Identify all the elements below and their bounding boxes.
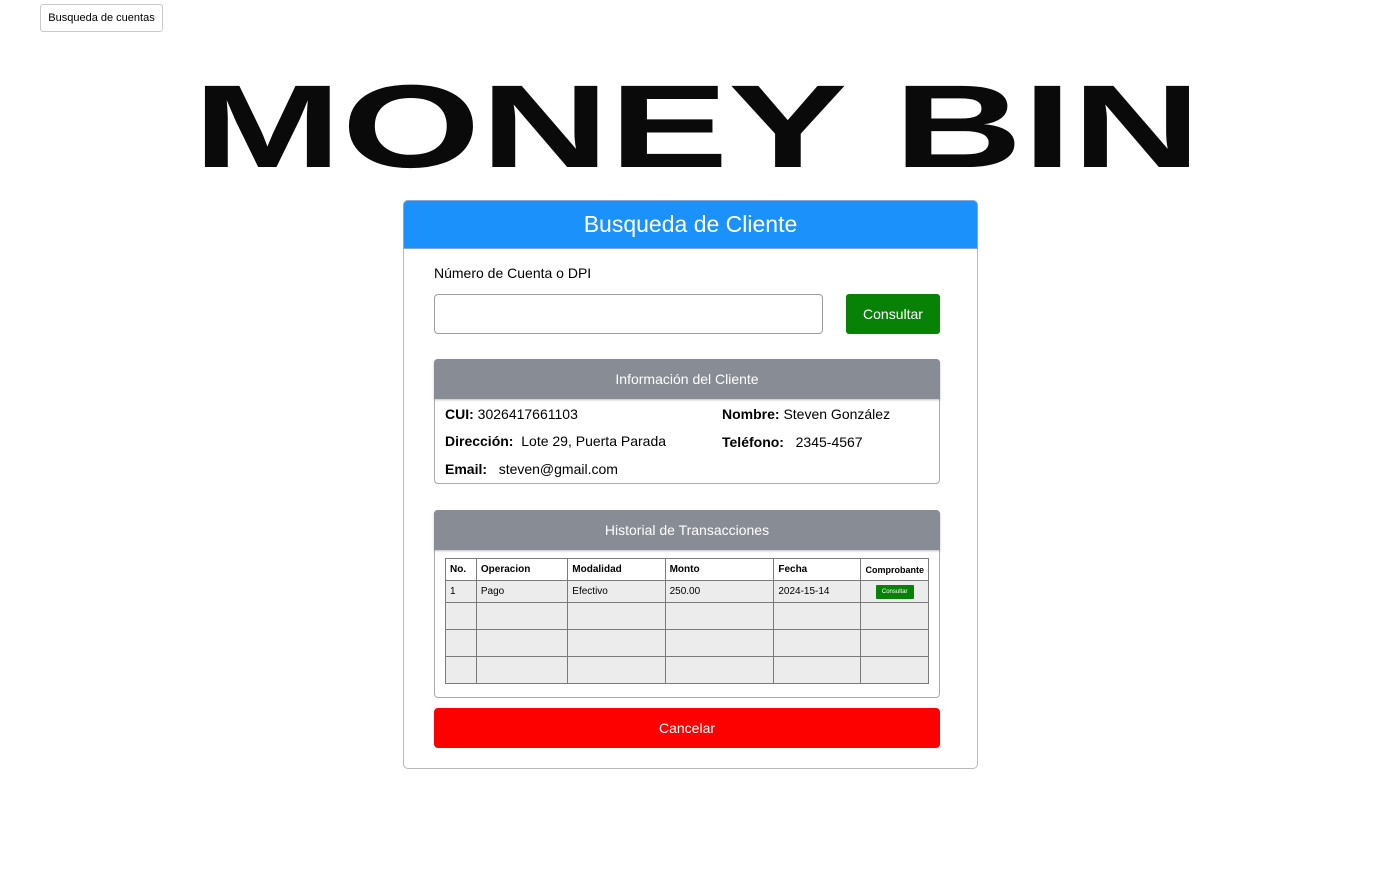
direccion-value: Lote 29, Puerta Parada — [521, 433, 667, 449]
cell-fecha: 2024-15-14 — [773, 580, 862, 603]
account-field-label: Número de Cuenta o DPI — [434, 265, 592, 281]
col-header-modalidad: Modalidad — [567, 558, 666, 581]
email-label: Email: — [445, 461, 488, 477]
client-search-card: Busqueda de Cliente Número de Cuenta o D… — [403, 200, 978, 769]
empty-cell — [567, 629, 666, 657]
empty-cell — [664, 602, 775, 630]
empty-cell — [860, 602, 929, 630]
empty-cell — [445, 629, 477, 657]
account-input[interactable] — [434, 294, 823, 334]
empty-cell — [475, 656, 569, 684]
telefono-field: Teléfono: 2345-4567 — [722, 434, 863, 450]
busqueda-cuentas-tab-button[interactable]: Busqueda de cuentas — [40, 4, 163, 32]
transaction-history-title: Historial de Transacciones — [434, 510, 940, 550]
transaction-history-section: Historial de Transacciones No. Operacion… — [434, 510, 940, 698]
cancel-button[interactable]: Cancelar — [434, 708, 940, 748]
nombre-value: Steven González — [783, 406, 891, 422]
empty-cell — [664, 629, 775, 657]
table-header-row: No. Operacion Modalidad Monto Fecha Comp… — [445, 558, 929, 581]
empty-cell — [773, 629, 862, 657]
nombre-field: Nombre: Steven González — [722, 406, 890, 422]
cui-label: CUI: — [445, 406, 474, 422]
direccion-field: Dirección: Lote 29, Puerta Parada — [445, 433, 666, 449]
empty-cell — [445, 602, 477, 630]
cui-value: 3026417661103 — [477, 406, 578, 422]
col-header-comprobante: Comprobante — [860, 558, 929, 581]
empty-cell — [773, 602, 862, 630]
cell-no: 1 — [445, 580, 477, 603]
col-header-operacion: Operacion — [475, 558, 569, 581]
table-row-empty — [445, 629, 929, 657]
empty-cell — [475, 629, 569, 657]
cell-monto: 250.00 — [664, 580, 775, 603]
empty-cell — [664, 656, 775, 684]
money-bin-logo: MONEY BIN — [190, 76, 1204, 176]
nombre-label: Nombre: — [722, 406, 780, 422]
empty-cell — [475, 602, 569, 630]
telefono-label: Teléfono: — [722, 434, 784, 450]
cell-operacion: Pago — [475, 580, 569, 603]
cell-comprobante: Consultar — [860, 580, 929, 603]
consult-button[interactable]: Consultar — [846, 294, 940, 334]
email-value: steven@gmail.com — [498, 461, 618, 477]
empty-cell — [445, 656, 477, 684]
direccion-label: Dirección: — [445, 433, 514, 449]
client-info-title: Información del Cliente — [434, 359, 940, 399]
col-header-no: No. — [445, 558, 477, 581]
empty-cell — [773, 656, 862, 684]
col-header-fecha: Fecha — [773, 558, 862, 581]
transaction-table: No. Operacion Modalidad Monto Fecha Comp… — [445, 558, 929, 684]
client-info-section: Información del Cliente CUI: 30264176611… — [434, 359, 940, 484]
empty-cell — [860, 629, 929, 657]
email-field: Email: steven@gmail.com — [445, 461, 618, 477]
receipt-consult-button[interactable]: Consultar — [875, 584, 914, 599]
cui-field: CUI: 3026417661103 — [445, 406, 578, 422]
cell-modalidad: Efectivo — [567, 580, 666, 603]
logo-text: MONEY BIN — [193, 76, 1201, 176]
table-row: 1 Pago Efectivo 250.00 2024-15-14 Consul… — [445, 580, 929, 603]
table-row-empty — [445, 656, 929, 684]
col-header-monto: Monto — [664, 558, 775, 581]
table-row-empty — [445, 602, 929, 630]
telefono-value: 2345-4567 — [795, 434, 863, 450]
empty-cell — [567, 656, 666, 684]
empty-cell — [567, 602, 666, 630]
card-title: Busqueda de Cliente — [403, 200, 978, 249]
empty-cell — [860, 656, 929, 684]
